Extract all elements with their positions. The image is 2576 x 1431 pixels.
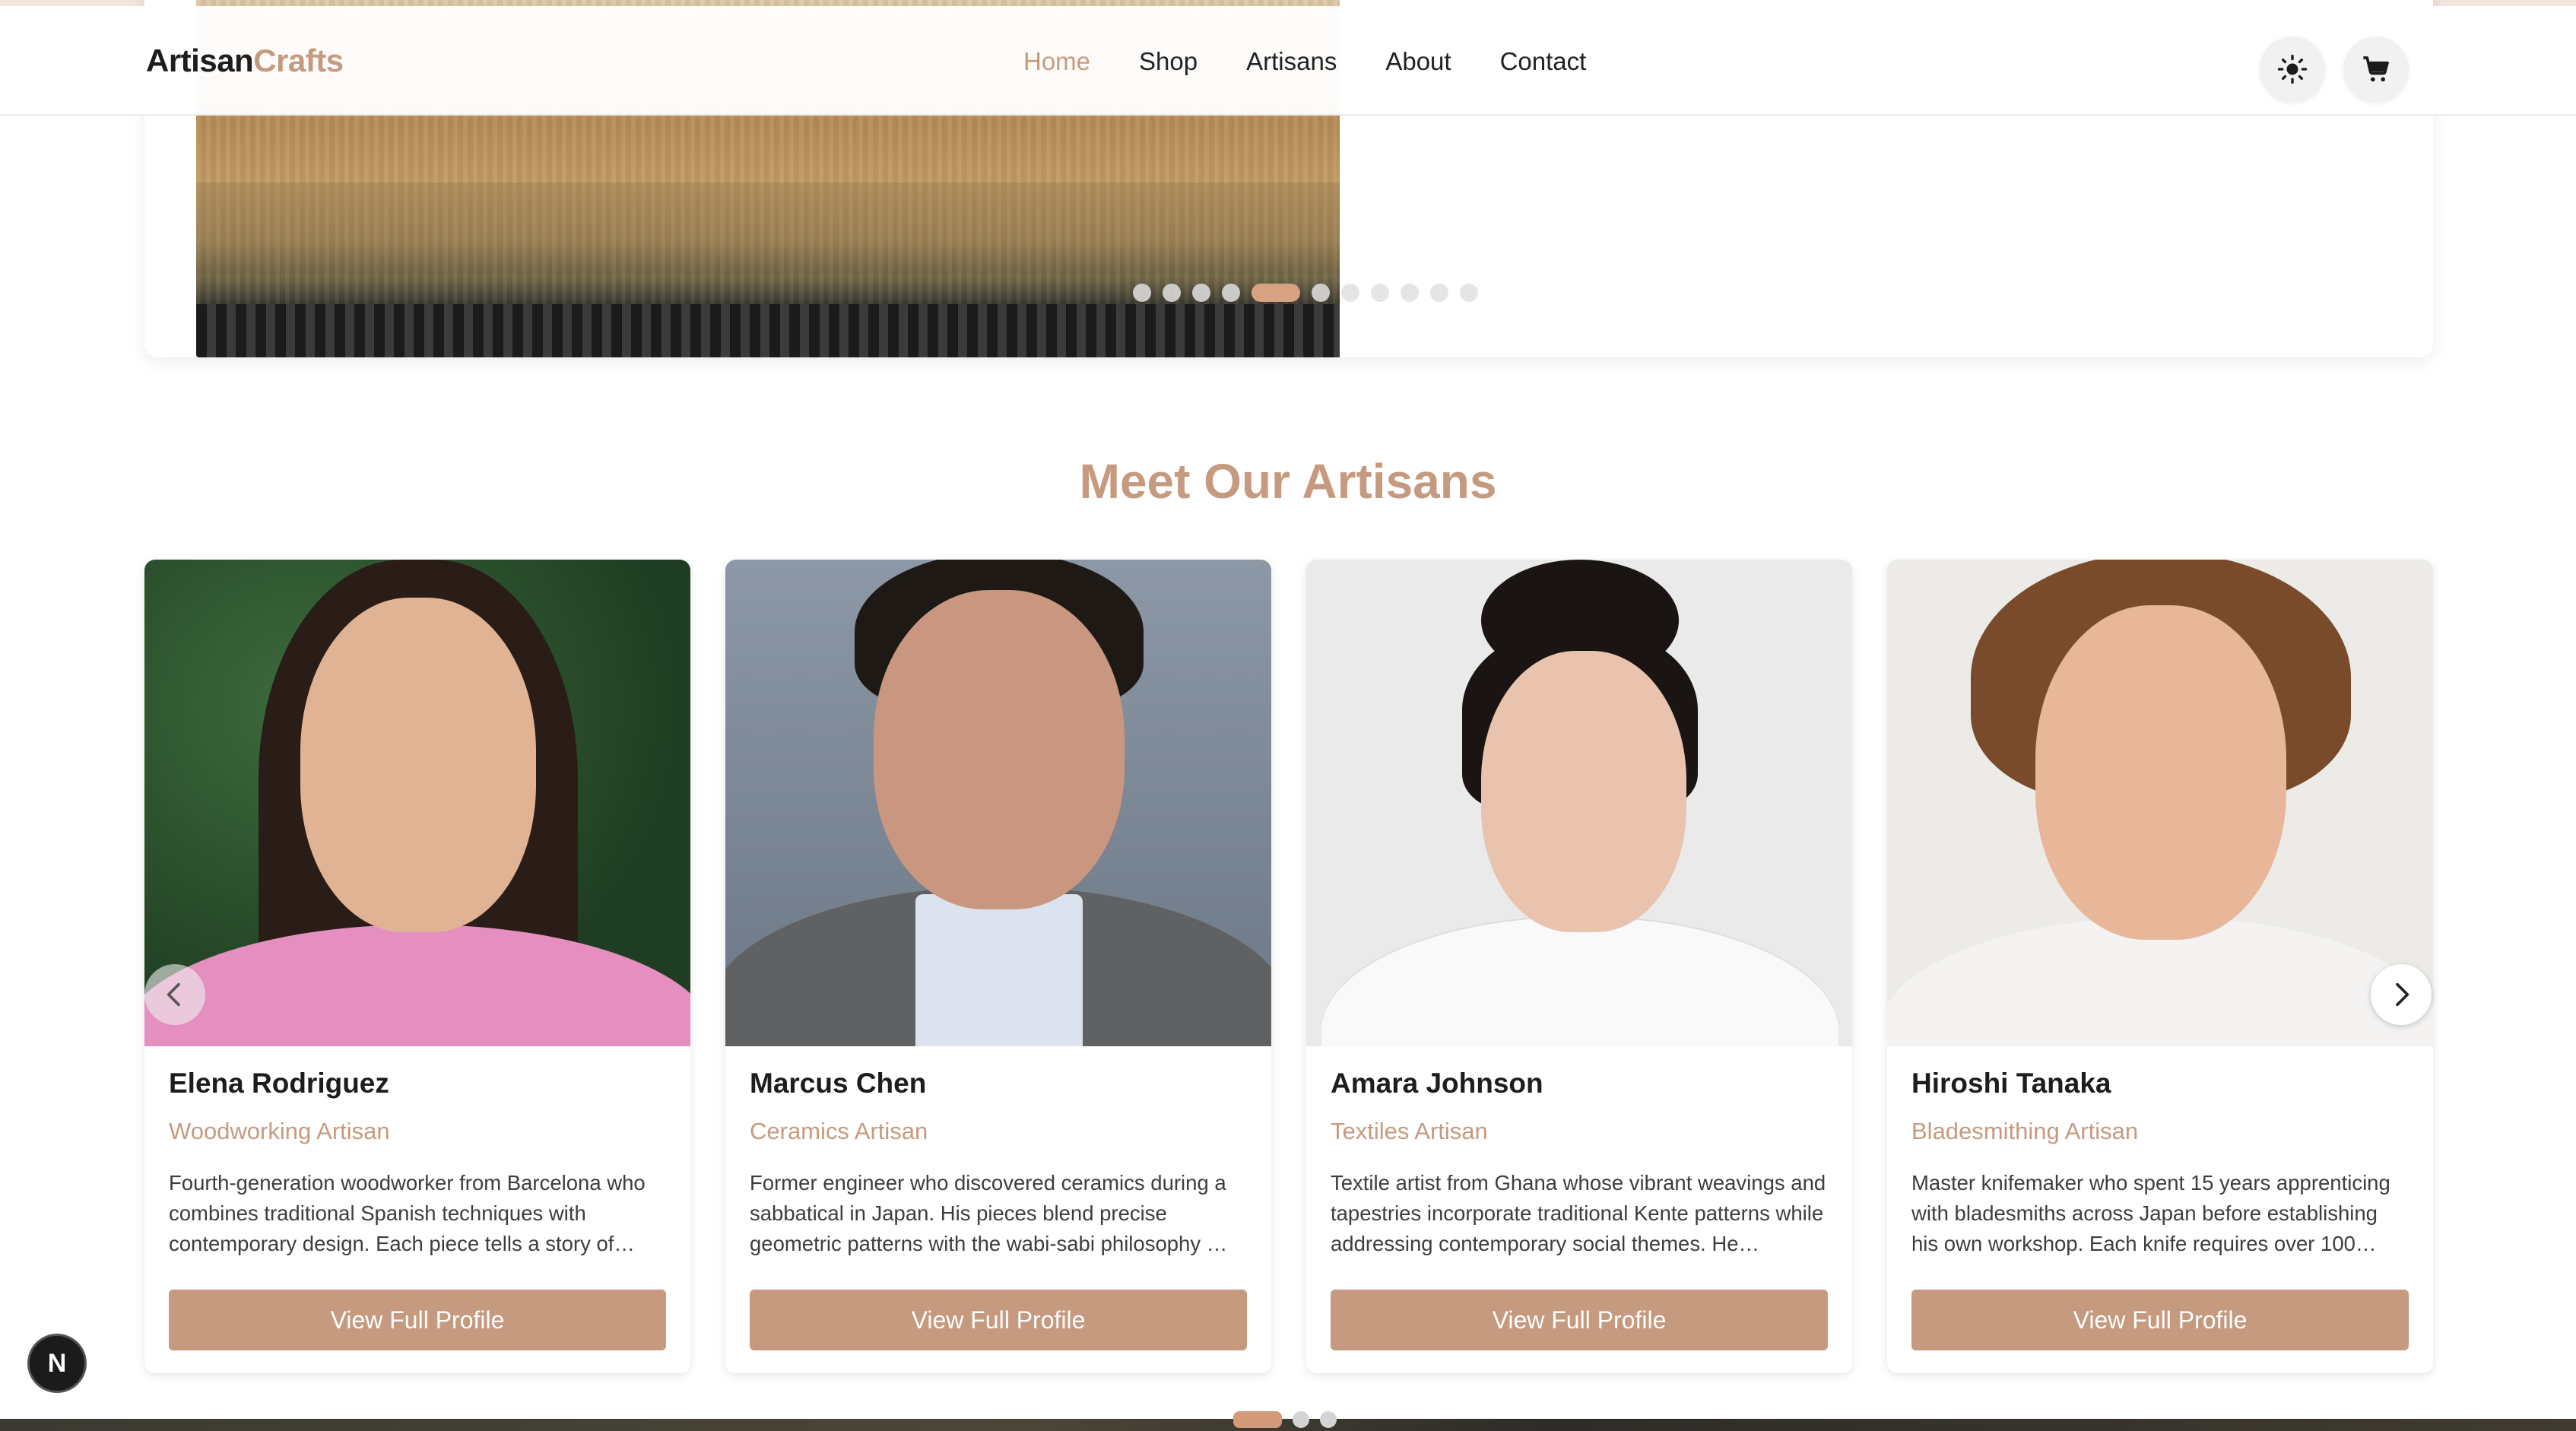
artisan-card: Hiroshi Tanaka Bladesmithing Artisan Mas…	[1887, 560, 2433, 1373]
nav-shop[interactable]: Shop	[1139, 47, 1198, 76]
slide-dot[interactable]	[1222, 284, 1240, 302]
chevron-left-icon	[167, 982, 180, 1007]
slide-dot-active[interactable]	[1252, 284, 1300, 302]
slide-dot[interactable]	[1460, 284, 1478, 302]
theme-toggle-button[interactable]	[2260, 36, 2325, 102]
slide-dot[interactable]	[1430, 284, 1448, 302]
artisan-role: Ceramics Artisan	[750, 1118, 928, 1144]
artisan-carousel-dots	[1233, 1411, 1337, 1428]
site-header: ArtisanCrafts Home Shop Artisans About C…	[0, 6, 2576, 116]
artisan-role: Textiles Artisan	[1331, 1118, 1488, 1144]
brand-logo-part1: Artisan	[146, 43, 254, 78]
brand-logo[interactable]: ArtisanCrafts	[146, 43, 344, 79]
artisan-name: Hiroshi Tanaka	[1911, 1068, 2111, 1099]
artisan-role: Bladesmithing Artisan	[1911, 1118, 2139, 1144]
artisan-photo	[144, 560, 690, 1046]
slide-dot[interactable]	[1163, 284, 1181, 302]
artisan-role: Woodworking Artisan	[169, 1118, 390, 1144]
cart-icon	[2363, 56, 2389, 82]
view-profile-button[interactable]: View Full Profile	[750, 1290, 1247, 1350]
nav-home[interactable]: Home	[1023, 47, 1090, 76]
hero-slide-dots	[1133, 284, 1478, 302]
carousel-dot-active[interactable]	[1233, 1411, 1282, 1428]
slide-dot[interactable]	[1341, 284, 1359, 302]
brand-logo-part2: Crafts	[253, 43, 344, 78]
slide-dot[interactable]	[1371, 284, 1389, 302]
slide-dot[interactable]	[1401, 284, 1419, 302]
nav-about[interactable]: About	[1385, 47, 1451, 76]
cart-button[interactable]	[2343, 36, 2409, 102]
view-profile-button[interactable]: View Full Profile	[1911, 1290, 2409, 1350]
carousel-prev-button[interactable]	[144, 964, 205, 1025]
artisan-name: Elena Rodriguez	[169, 1068, 389, 1099]
nav-contact[interactable]: Contact	[1500, 47, 1587, 76]
carousel-next-button[interactable]	[2371, 964, 2432, 1025]
view-profile-button[interactable]: View Full Profile	[1331, 1290, 1828, 1350]
dev-tools-badge[interactable]: N	[27, 1334, 87, 1393]
artisan-name: Marcus Chen	[750, 1068, 927, 1099]
carousel-dot[interactable]	[1293, 1411, 1309, 1428]
artisan-carousel: Elena Rodriguez Woodworking Artisan Four…	[144, 560, 2433, 1373]
sun-icon	[2277, 54, 2308, 84]
slide-dot[interactable]	[1312, 284, 1330, 302]
artisan-card: Elena Rodriguez Woodworking Artisan Four…	[144, 560, 690, 1373]
artisan-name: Amara Johnson	[1331, 1068, 1543, 1099]
main-nav: Home Shop Artisans About Contact	[1023, 47, 1586, 76]
artisan-card: Amara Johnson Textiles Artisan Textile a…	[1306, 560, 1852, 1373]
artisan-card: Marcus Chen Ceramics Artisan Former engi…	[725, 560, 1271, 1373]
chevron-right-icon	[2396, 982, 2409, 1007]
artisan-description: Former engineer who discovered ceramics …	[750, 1171, 1228, 1255]
slide-dot[interactable]	[1133, 284, 1151, 302]
artisan-photo	[725, 560, 1271, 1046]
nav-artisans[interactable]: Artisans	[1246, 47, 1337, 76]
artisan-description: Textile artist from Ghana whose vibrant …	[1331, 1171, 1826, 1255]
slide-dot[interactable]	[1192, 284, 1210, 302]
artisan-photo	[1306, 560, 1852, 1046]
artisan-description: Master knifemaker who spent 15 years app…	[1911, 1171, 2390, 1255]
section-title: Meet Our Artisans	[1079, 454, 1497, 509]
carousel-dot[interactable]	[1320, 1411, 1337, 1428]
artisan-photo	[1887, 560, 2433, 1046]
artisan-description: Fourth-generation woodworker from Barcel…	[169, 1171, 646, 1255]
view-profile-button[interactable]: View Full Profile	[169, 1290, 666, 1350]
